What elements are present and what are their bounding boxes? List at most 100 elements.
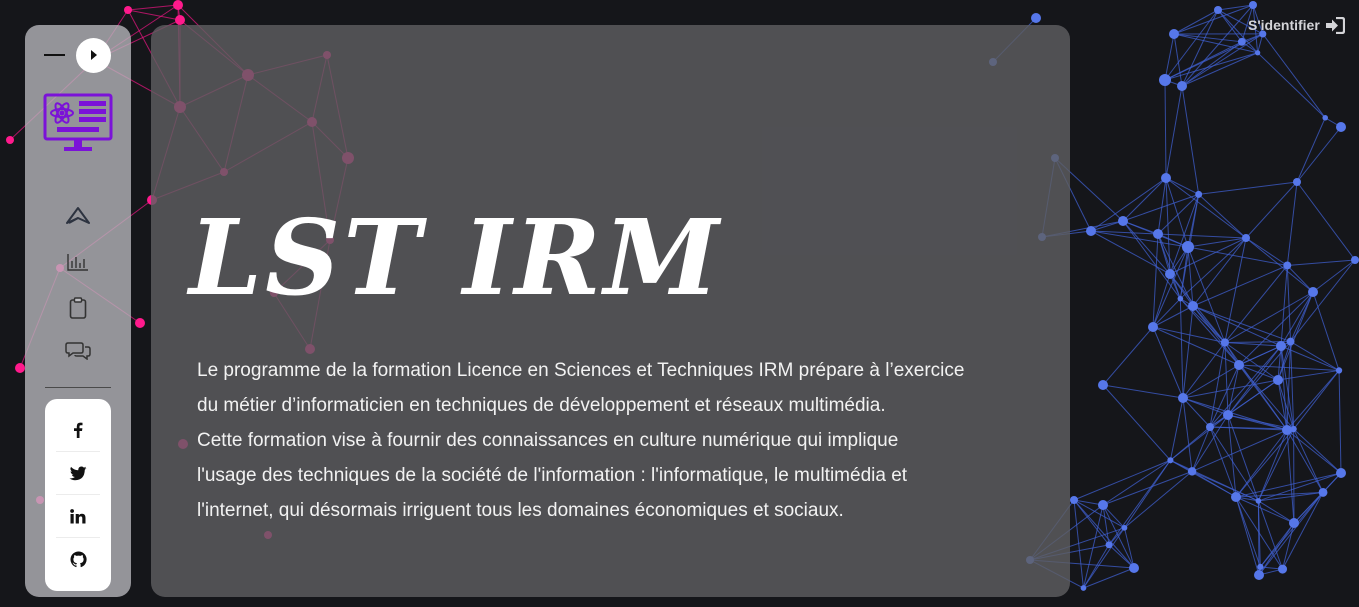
network-link bbox=[1277, 369, 1340, 381]
network-node bbox=[1178, 393, 1188, 403]
network-node bbox=[173, 0, 183, 10]
network-link bbox=[1192, 305, 1291, 343]
network-node bbox=[1322, 114, 1328, 121]
network-node bbox=[1351, 256, 1359, 264]
network-link bbox=[1286, 429, 1342, 474]
network-link bbox=[1286, 265, 1314, 293]
network-node bbox=[1335, 367, 1343, 374]
description-line: Le programme de la formation Licence en … bbox=[197, 360, 965, 381]
network-node bbox=[1195, 190, 1203, 198]
login-link[interactable]: S'identifier bbox=[1248, 14, 1345, 36]
network-link bbox=[1198, 193, 1247, 239]
network-link bbox=[1224, 342, 1279, 381]
sidebar-item-stats[interactable] bbox=[64, 248, 92, 276]
network-node bbox=[1086, 226, 1096, 236]
program-description: Le programme de la formation Licence en … bbox=[197, 353, 1047, 528]
network-node bbox=[6, 136, 14, 144]
description-line: du métier d’informaticien en techniques … bbox=[197, 395, 886, 416]
network-link bbox=[1259, 492, 1324, 568]
facebook-link[interactable] bbox=[56, 409, 100, 452]
network-link bbox=[1224, 341, 1282, 347]
twitter-link[interactable] bbox=[56, 452, 100, 495]
network-link bbox=[1187, 246, 1288, 266]
network-link bbox=[1192, 265, 1288, 307]
sidebar-divider bbox=[45, 387, 111, 388]
network-node bbox=[1214, 6, 1222, 14]
social-links bbox=[45, 399, 111, 591]
network-link bbox=[1192, 237, 1247, 307]
network-node bbox=[124, 6, 132, 14]
network-link bbox=[1312, 291, 1340, 371]
network-node bbox=[1177, 81, 1187, 91]
network-link bbox=[1083, 567, 1135, 589]
sidebar-toggle-row bbox=[25, 25, 131, 87]
network-node bbox=[1153, 229, 1163, 239]
sidebar bbox=[25, 25, 131, 597]
network-node bbox=[1318, 487, 1328, 497]
network-node bbox=[1169, 29, 1179, 39]
network-node bbox=[1237, 37, 1246, 46]
network-node bbox=[1121, 524, 1128, 531]
linkedin-icon bbox=[70, 508, 86, 523]
network-node bbox=[1336, 122, 1346, 132]
network-link bbox=[1287, 259, 1356, 266]
network-link bbox=[1286, 181, 1298, 266]
network-node bbox=[1188, 301, 1198, 311]
network-node bbox=[1223, 410, 1233, 420]
network-node bbox=[1148, 322, 1158, 332]
network-node bbox=[1276, 341, 1286, 351]
network-node bbox=[135, 318, 145, 328]
sign-in-icon bbox=[1325, 16, 1345, 34]
network-link bbox=[1164, 79, 1167, 179]
network-node bbox=[175, 15, 185, 25]
network-link bbox=[1164, 33, 1175, 81]
sidebar-item-chat[interactable] bbox=[64, 336, 92, 364]
description-line: Cette formation vise à fournir des conna… bbox=[197, 430, 899, 451]
network-node bbox=[1159, 74, 1171, 86]
network-link bbox=[1165, 177, 1189, 248]
bar-chart-icon bbox=[67, 254, 88, 271]
network-node bbox=[1257, 563, 1264, 571]
github-link[interactable] bbox=[56, 538, 100, 580]
linkedin-link[interactable] bbox=[56, 495, 100, 538]
network-link bbox=[1179, 298, 1226, 343]
network-node bbox=[1293, 178, 1301, 186]
network-link bbox=[1182, 397, 1193, 472]
hero-card: LST IRM Le programme de la formation Lic… bbox=[151, 25, 1070, 597]
network-link bbox=[1173, 33, 1183, 87]
network-link bbox=[1296, 126, 1342, 183]
clipboard-icon bbox=[69, 297, 87, 319]
network-link bbox=[1286, 265, 1292, 342]
network-link bbox=[1290, 259, 1356, 342]
network-node bbox=[1278, 564, 1288, 574]
network-node bbox=[1098, 500, 1108, 510]
network-link bbox=[1124, 471, 1193, 529]
sidebar-toggle-button[interactable] bbox=[76, 38, 111, 73]
network-node bbox=[1098, 380, 1108, 390]
network-node bbox=[1308, 287, 1318, 297]
network-node bbox=[1161, 173, 1171, 183]
sidebar-item-send[interactable] bbox=[64, 202, 92, 230]
network-link bbox=[1182, 305, 1194, 399]
network-node bbox=[1282, 425, 1292, 435]
network-node bbox=[15, 363, 25, 373]
network-node bbox=[1105, 541, 1113, 549]
chat-bubbles-icon bbox=[65, 342, 91, 360]
network-link bbox=[1338, 370, 1342, 474]
network-link bbox=[1224, 237, 1247, 343]
network-link bbox=[1182, 342, 1226, 399]
network-node bbox=[1177, 295, 1184, 302]
network-link bbox=[1224, 265, 1288, 343]
network-link bbox=[1258, 500, 1295, 524]
network-node bbox=[1286, 337, 1295, 346]
network-node bbox=[1031, 13, 1041, 23]
description-line: l'usage des techniques de la société de … bbox=[197, 465, 908, 486]
network-node bbox=[1129, 563, 1139, 573]
sidebar-item-notes[interactable] bbox=[64, 294, 92, 322]
network-link bbox=[1191, 470, 1237, 498]
network-link bbox=[1157, 233, 1247, 239]
network-node bbox=[1255, 498, 1262, 504]
network-node bbox=[1290, 425, 1297, 433]
network-link bbox=[1102, 470, 1193, 506]
network-link bbox=[1245, 237, 1314, 293]
